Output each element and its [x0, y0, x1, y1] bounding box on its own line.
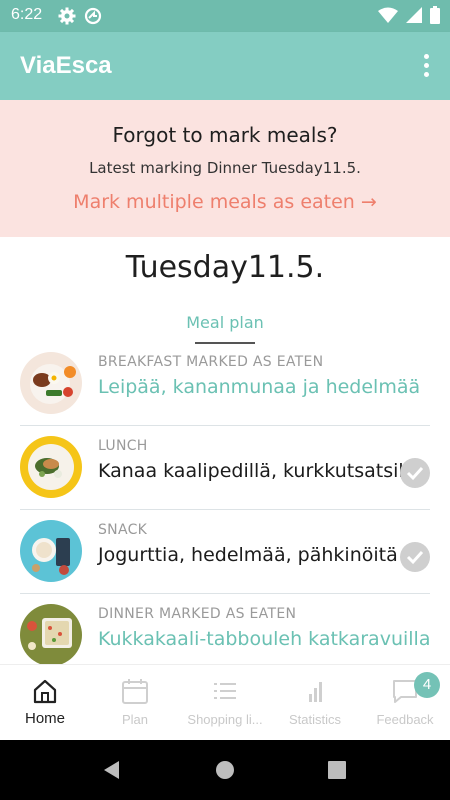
nav-item-plan[interactable]: Plan: [90, 665, 180, 741]
tab-indicator: [195, 342, 255, 344]
status-time: 6:22: [11, 6, 43, 23]
banner-title: Forgot to mark meals?: [112, 123, 338, 147]
nav-label-statistics: Statistics: [288, 712, 341, 727]
bar-chart-icon: [309, 682, 322, 702]
home-button-icon[interactable]: [215, 760, 235, 780]
bottom-navigation: Home Plan Shopping li... Statistics Feed…: [0, 664, 450, 741]
status-bar: 6:22: [0, 0, 450, 32]
nav-label-shopping-list: Shopping li...: [187, 712, 263, 727]
forgot-meals-banner: Forgot to mark meals? Latest marking Din…: [0, 100, 450, 237]
app-title: ViaEsca: [20, 52, 112, 79]
day-title: Tuesday11.5.: [125, 250, 325, 285]
meal-label: BREAKFAST MARKED AS EATEN: [98, 354, 324, 370]
nav-label-plan: Plan: [121, 712, 149, 727]
dinner-image: [20, 604, 82, 666]
wifi-icon: [378, 7, 398, 23]
mark-eaten-check-icon[interactable]: [400, 542, 430, 572]
nav-label-home: Home: [24, 710, 65, 727]
calendar-icon: [122, 679, 148, 704]
divider: [20, 509, 430, 510]
battery-icon: [430, 6, 440, 24]
meal-label: SNACK: [98, 522, 148, 538]
meal-name: Kanaa kaalipedillä, kurkkutsatsikia: [98, 460, 427, 482]
feedback-badge: 4: [414, 672, 440, 698]
meal-row-lunch[interactable]: LUNCH Kanaa kaalipedillä, kurkkutsatsiki…: [0, 430, 450, 514]
meal-name: Leipää, kananmunaa ja hedelmää: [98, 376, 421, 398]
breakfast-image: [20, 352, 82, 414]
list-icon: [214, 683, 236, 699]
home-icon: [33, 679, 57, 704]
cell-signal-icon: [406, 7, 422, 23]
settings-gear-icon: [58, 7, 76, 25]
nav-item-statistics[interactable]: Statistics: [270, 665, 360, 741]
meal-row-breakfast[interactable]: BREAKFAST MARKED AS EATEN Leipää, kananm…: [0, 346, 450, 430]
divider: [20, 593, 430, 594]
mark-eaten-check-icon[interactable]: [400, 458, 430, 488]
meal-name: Jogurttia, hedelmää, pähkinöitä: [98, 544, 398, 566]
nav-item-home[interactable]: Home: [0, 665, 90, 741]
system-navigation-bar: [0, 740, 450, 800]
overflow-menu-icon[interactable]: [420, 54, 432, 80]
nav-item-shopping-list[interactable]: Shopping li...: [180, 665, 270, 741]
tab-meal-plan[interactable]: Meal plan: [175, 313, 275, 332]
nav-label-feedback: Feedback: [376, 712, 434, 727]
meal-row-snack[interactable]: SNACK Jogurttia, hedelmää, pähkinöitä: [0, 514, 450, 598]
meal-label: LUNCH: [98, 438, 148, 454]
mark-multiple-meals-link[interactable]: Mark multiple meals as eaten →: [0, 191, 450, 213]
recents-icon[interactable]: [328, 761, 346, 779]
data-saver-icon: [84, 7, 102, 25]
app-bar: ViaEsca: [0, 32, 450, 100]
banner-latest-marking: Latest marking Dinner Tuesday11.5.: [89, 159, 361, 177]
divider: [20, 425, 430, 426]
meal-name: Kukkakaali-tabbouleh katkaravuilla: [98, 628, 431, 650]
meal-label: DINNER MARKED AS EATEN: [98, 606, 297, 622]
snack-image: [20, 520, 82, 582]
lunch-image: [20, 436, 82, 498]
back-icon[interactable]: [101, 759, 123, 781]
